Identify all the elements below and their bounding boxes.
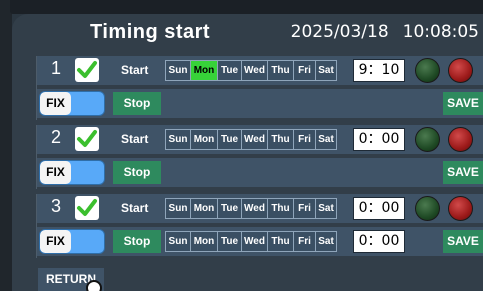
fix-label: FIX [40, 161, 71, 184]
time-display: 10:08:05 [402, 22, 479, 42]
stop-row: FIX Stop Sun Mon Tue Wed Thu Fri Sat 0：00 SAVE [37, 227, 483, 256]
touch-cursor [86, 280, 102, 291]
timer-group-2: 2 Start Sun Mon Tue Wed Thu Fri Sat 0：00 FIX Stop SA… [36, 125, 483, 189]
day-toggle-mon[interactable]: Mon [190, 129, 217, 150]
start-row: 1 Start Sun Mon Tue Wed Thu Fri Sat 9：10 [37, 56, 483, 85]
day-toggle-tue[interactable]: Tue [217, 198, 241, 219]
start-day-selector: Sun Mon Tue Wed Thu Fri Sat [165, 129, 337, 150]
enable-checkbox[interactable] [75, 58, 99, 82]
start-label: Start [121, 201, 149, 215]
fix-toggle[interactable]: FIX [39, 229, 105, 254]
start-label: Start [121, 63, 149, 77]
start-time-input[interactable]: 0：00 [353, 197, 405, 220]
top-strip [10, 0, 483, 14]
timer-number: 1 [51, 58, 62, 78]
red-led-icon[interactable] [448, 196, 473, 221]
day-toggle-sun[interactable]: Sun [165, 129, 190, 150]
timer-number: 3 [51, 196, 62, 216]
day-toggle-sun[interactable]: Sun [165, 198, 190, 219]
day-toggle-thu[interactable]: Thu [267, 231, 293, 252]
start-time-input[interactable]: 0：00 [353, 128, 405, 151]
day-toggle-fri[interactable]: Fri [293, 231, 315, 252]
save-button[interactable]: SAVE [443, 161, 483, 184]
green-led-icon[interactable] [415, 127, 440, 152]
day-toggle-thu[interactable]: Thu [267, 129, 293, 150]
start-day-selector: Sun Mon Tue Wed Thu Fri Sat [165, 198, 337, 219]
enable-checkbox[interactable] [75, 196, 99, 220]
day-toggle-sun[interactable]: Sun [165, 231, 190, 252]
day-toggle-tue[interactable]: Tue [217, 129, 241, 150]
stop-row: FIX Stop SAVE [37, 89, 483, 118]
day-toggle-wed[interactable]: Wed [241, 198, 267, 219]
day-toggle-fri[interactable]: Fri [293, 198, 315, 219]
stop-day-selector: Sun Mon Tue Wed Thu Fri Sat [165, 231, 337, 252]
stop-time-input[interactable]: 0：00 [353, 230, 405, 253]
fix-label: FIX [40, 92, 71, 115]
start-row: 3 Start Sun Mon Tue Wed Thu Fri Sat 0：00 [37, 194, 483, 223]
timer-number: 2 [51, 127, 62, 147]
fix-toggle[interactable]: FIX [39, 160, 105, 185]
start-time-input[interactable]: 9：10 [353, 59, 405, 82]
day-toggle-sun[interactable]: Sun [165, 60, 190, 81]
stop-row: FIX Stop SAVE [37, 158, 483, 187]
stop-button[interactable]: Stop [113, 161, 161, 184]
stop-button[interactable]: Stop [113, 92, 161, 115]
day-toggle-sat[interactable]: Sat [315, 231, 337, 252]
screen: Timing start 2025/03/18 10:08:05 1 Start Su… [0, 0, 483, 291]
save-button[interactable]: SAVE [443, 230, 483, 253]
day-toggle-sat[interactable]: Sat [315, 129, 337, 150]
day-toggle-mon[interactable]: Mon [190, 231, 217, 252]
day-toggle-mon[interactable]: Mon [190, 60, 217, 81]
clock: 2025/03/18 10:08:05 [291, 22, 479, 42]
day-toggle-thu[interactable]: Thu [267, 198, 293, 219]
day-toggle-wed[interactable]: Wed [241, 60, 267, 81]
day-toggle-wed[interactable]: Wed [241, 231, 267, 252]
green-led-icon[interactable] [415, 196, 440, 221]
start-row: 2 Start Sun Mon Tue Wed Thu Fri Sat 0：00 [37, 125, 483, 154]
day-toggle-thu[interactable]: Thu [267, 60, 293, 81]
day-toggle-fri[interactable]: Fri [293, 129, 315, 150]
left-bezel [0, 0, 12, 291]
day-toggle-fri[interactable]: Fri [293, 60, 315, 81]
day-toggle-sat[interactable]: Sat [315, 198, 337, 219]
day-toggle-tue[interactable]: Tue [217, 60, 241, 81]
start-label: Start [121, 132, 149, 146]
red-led-icon[interactable] [448, 58, 473, 83]
save-button[interactable]: SAVE [443, 92, 483, 115]
day-toggle-wed[interactable]: Wed [241, 129, 267, 150]
day-toggle-tue[interactable]: Tue [217, 231, 241, 252]
fix-label: FIX [40, 230, 71, 253]
day-toggle-sat[interactable]: Sat [315, 60, 337, 81]
stop-button[interactable]: Stop [113, 230, 161, 253]
day-toggle-mon[interactable]: Mon [190, 198, 217, 219]
header: Timing start 2025/03/18 10:08:05 [12, 14, 483, 54]
enable-checkbox[interactable] [75, 127, 99, 151]
green-led-icon[interactable] [415, 58, 440, 83]
start-day-selector: Sun Mon Tue Wed Thu Fri Sat [165, 60, 337, 81]
fix-toggle[interactable]: FIX [39, 91, 105, 116]
timer-group-3: 3 Start Sun Mon Tue Wed Thu Fri Sat 0：00 FIX Stop Su… [36, 194, 483, 258]
red-led-icon[interactable] [448, 127, 473, 152]
page-title: Timing start [90, 21, 211, 43]
date-display: 2025/03/18 [290, 22, 389, 42]
timer-group-1: 1 Start Sun Mon Tue Wed Thu Fri Sat 9：10 FIX Stop SA… [36, 56, 483, 120]
